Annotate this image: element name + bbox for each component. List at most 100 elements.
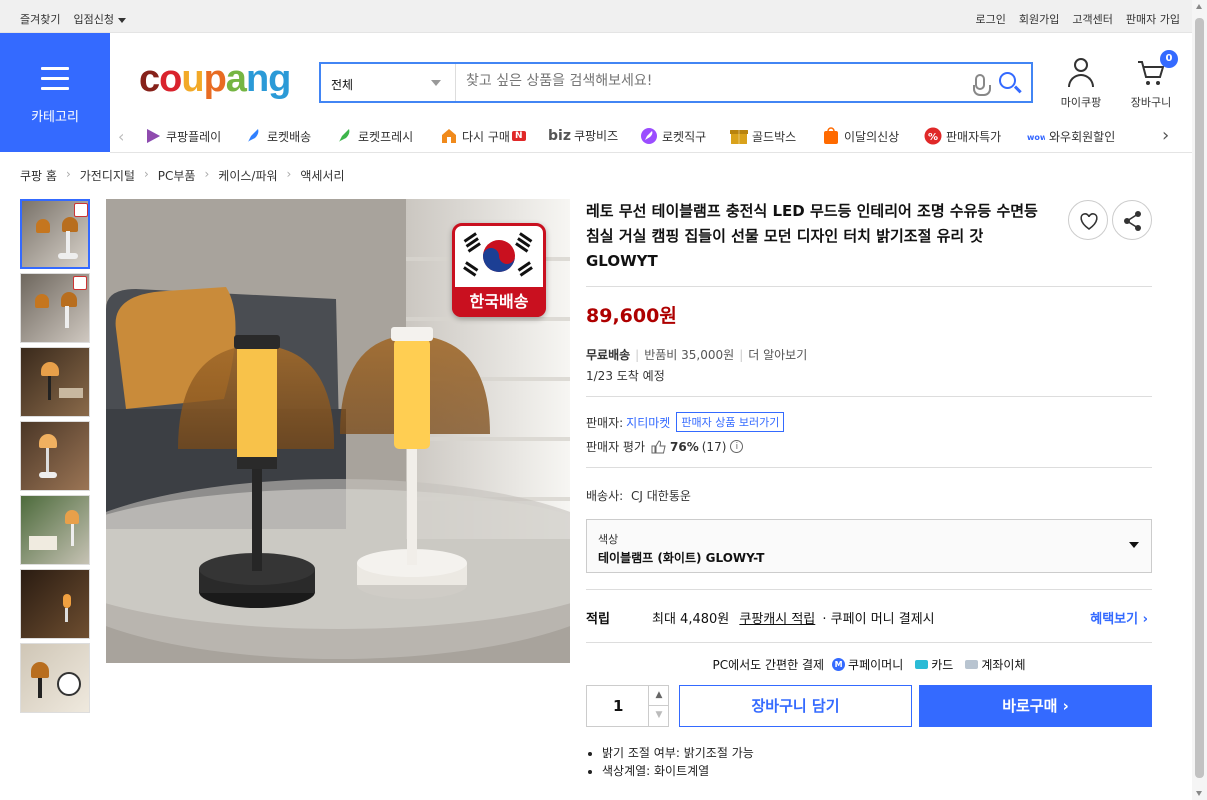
search-scope-select[interactable]: 전체 [321,64,456,101]
quantity-value[interactable]: 1 [613,697,623,715]
seller-row: 판매자: 지티마켓 판매자 상품 보러가기 [586,412,1152,432]
carrier-row: 배송사: CJ 대한통운 [586,487,1152,504]
divider [586,286,1152,287]
breadcrumb-item[interactable]: PC부품 [158,167,196,184]
divider [586,467,1152,468]
pay-method-label: 쿠페이머니 [848,657,904,672]
login-link[interactable]: 로그인 [976,11,1006,27]
pc-pay-label: PC에서도 간편한 결제 [712,657,825,672]
coupang-cash-link[interactable]: 쿠팡캐시 적립 [739,612,815,627]
option-value: 테이블램프 (화이트) GLOWY-T [598,551,765,565]
seller-products-link[interactable]: 판매자 상품 보러가기 [676,412,785,432]
info-icon[interactable]: i [730,440,744,453]
add-to-cart-button[interactable]: 장바구니 담기 [679,685,912,727]
learn-more-link[interactable]: 더 알아보기 [748,348,807,362]
benefit-link[interactable]: 혜택보기 › [1090,608,1148,627]
user-icon [1067,58,1095,88]
nav-item-sellerdeal[interactable]: % 판매자특가 [924,127,1001,145]
product-price: 89,600원 [586,305,677,327]
breadcrumb-item[interactable]: 쿠팡 홈 [20,167,57,184]
page-scrollbar[interactable] [1192,0,1207,800]
microphone-icon[interactable] [973,74,991,96]
option-select[interactable]: 색상 테이블램프 (화이트) GLOWY-T [586,519,1152,573]
scroll-down-icon[interactable] [1196,791,1202,796]
nav-item-biz[interactable]: biz 쿠팡비즈 [548,127,618,144]
points-text: 최대 4,480원 쿠팡캐시 적립 · 쿠페이 머니 결제시 [652,608,935,627]
nav-item-goldbox[interactable]: 골드박스 [730,127,796,145]
thumbnail-image[interactable] [20,273,90,343]
nav-label: 로켓프레시 [358,129,414,144]
nav-item-wow[interactable]: wow 와우회원할인 [1027,127,1115,145]
nav-item-rocketfresh[interactable]: 로켓프레시 [336,127,413,145]
points-condition: · 쿠페이 머니 결제시 [822,612,935,627]
chevron-right-icon: › [1142,612,1148,627]
nav-item-coupangplay[interactable]: 쿠팡플레이 [144,127,221,145]
seller-apply-link[interactable]: 입점신청 [73,11,126,27]
nav-item-rebuy[interactable]: 다시 구매 N [440,127,526,145]
wishlist-button[interactable] [1068,200,1108,240]
share-button[interactable] [1112,200,1152,240]
nav-label: 로켓배송 [267,129,312,144]
nav-label: 골드박스 [752,129,797,144]
points-amount: 최대 4,480원 [652,612,730,627]
quantity-stepper[interactable]: 1 ▲ ▼ [586,685,669,727]
nav-label: 판매자특가 [946,129,1002,144]
quick-nav: ‹ 쿠팡플레이 로켓배송 로켓프레시 다시 구매 N biz 쿠팡비즈 로켓직구… [118,119,1192,152]
thumbnail-image[interactable] [20,199,90,269]
caret-down-icon [117,17,126,23]
thumbs-up-icon [651,439,666,453]
category-button[interactable]: 카테고리 [0,33,110,152]
seller-signup-link[interactable]: 판매자 가입 [1126,11,1180,27]
breadcrumb: 쿠팡 홈 › 가전디지털 › PC부품 › 케이스/파워 › 액세서리 [20,167,345,184]
search-scope-value: 전체 [331,78,354,92]
header-divider [110,152,1192,153]
mycoupang-button[interactable]: 마이쿠팡 [1056,58,1106,110]
list-item: 밝기 조절 여부: 밝기조절 가능 [602,744,1152,762]
svg-text:%: % [928,132,938,143]
seller-label: 판매자: [586,415,624,430]
nav-next-icon[interactable]: › [1162,125,1169,146]
quantity-decrease-icon[interactable]: ▼ [648,706,669,726]
nav-item-new[interactable]: 이달의신상 [822,127,899,145]
bookmark-link[interactable]: 즐겨찾기 [20,11,60,27]
breadcrumb-item[interactable]: 가전디지털 [80,167,135,184]
scroll-up-icon[interactable] [1196,4,1202,9]
breadcrumb-item[interactable]: 액세서리 [300,167,344,184]
rebuy-icon [442,129,456,143]
category-label: 카테고리 [31,110,79,125]
thumbnail-image[interactable] [20,495,90,565]
breadcrumb-item[interactable]: 케이스/파워 [218,167,277,184]
nav-prev-icon[interactable]: ‹ [118,127,124,146]
cart-label: 장바구니 [1130,96,1172,109]
cart-button[interactable]: 0 장바구니 [1126,50,1178,110]
korea-flag-icon [463,232,533,277]
thumbnail-image[interactable] [20,643,90,713]
nav-item-global[interactable]: 로켓직구 [640,127,706,145]
pc-pay-row: PC에서도 간편한 결제 M 쿠페이머니 카드 계좌이체 [586,643,1152,685]
thumbnail-image[interactable] [20,421,90,491]
thumbnail-image[interactable] [20,569,90,639]
card-icon [915,659,929,669]
seller-name-link[interactable]: 지티마켓 [626,414,670,431]
seller-products-label: 판매자 상품 보러가기 [681,416,780,429]
buy-now-button[interactable]: 바로구매 › [919,685,1152,727]
pay-method-label: 계좌이체 [981,657,1026,672]
goldbox-icon [730,130,748,144]
return-fee: 반품비 35,000원 [644,348,735,362]
nav-item-rocket[interactable]: 로켓배송 [245,127,311,145]
list-item: 색상계열: 화이트계열 [602,762,1152,780]
search-icon[interactable] [999,72,1016,89]
biz-icon: biz [548,127,571,144]
chevron-right-icon: › [143,167,149,181]
thumbnail-image[interactable] [20,347,90,417]
quantity-increase-icon[interactable]: ▲ [648,686,669,706]
search-input[interactable] [466,73,946,89]
signup-link[interactable]: 회원가입 [1019,11,1059,27]
coupang-logo[interactable]: coupang [139,58,291,101]
scrollbar-thumb[interactable] [1195,18,1204,778]
product-main-image[interactable]: 한국배송 [106,199,570,663]
free-shipping-label: 무료배송 [586,348,631,362]
share-icon [1124,211,1141,231]
wow-icon: wow [1027,133,1045,142]
customer-center-link[interactable]: 고객센터 [1072,11,1112,27]
